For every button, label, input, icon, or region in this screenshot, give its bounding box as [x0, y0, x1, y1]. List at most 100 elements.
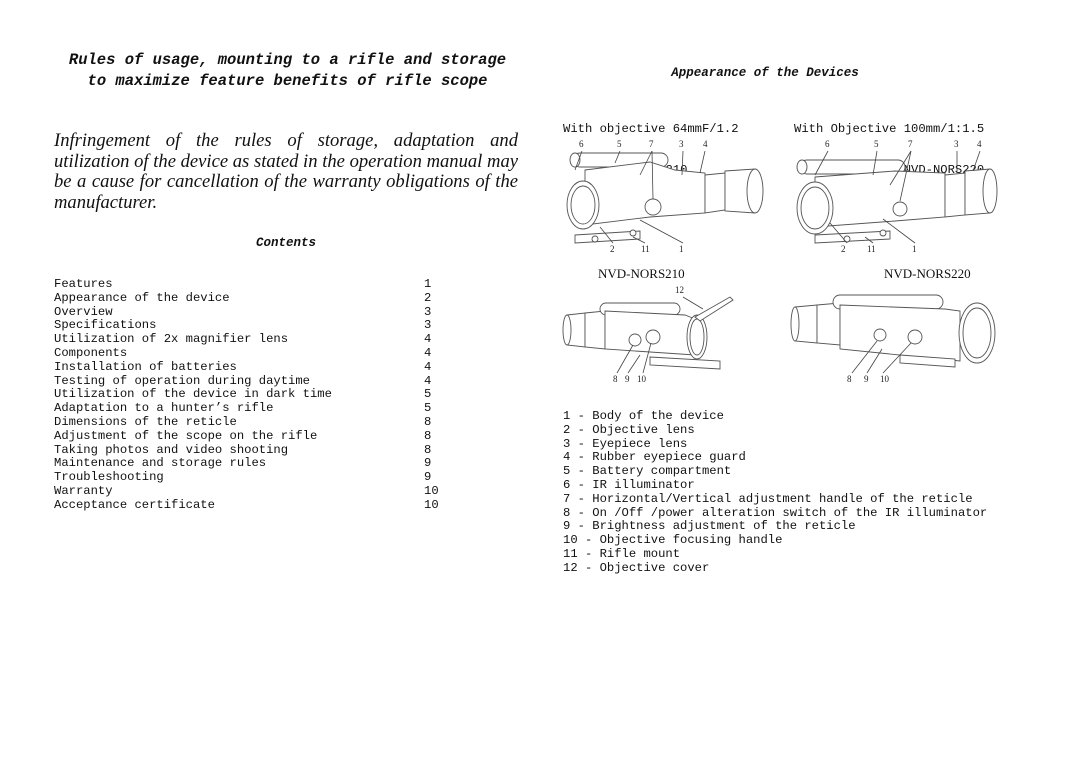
toc-page-number: 4 [424, 359, 432, 374]
legend-item: 12 - Objective cover [563, 560, 710, 575]
toc-label: Installation of batteries [54, 359, 237, 374]
callout-9: 9 [625, 374, 630, 384]
legend-item: 8 - On /Off /power alteration switch of … [563, 505, 988, 520]
toc-label: Adaptation to a hunter’s rifle [54, 401, 274, 416]
callout-7: 7 [649, 139, 654, 149]
callout-6: 6 [825, 139, 830, 149]
scope-nors220-front-illustration: 6 5 7 3 4 2 11 1 [796, 139, 998, 254]
toc-label: Testing of operation during daytime [54, 373, 310, 388]
toc-entry[interactable]: Maintenance and storage rules 9 [54, 457, 444, 471]
toc-page-number: 4 [424, 373, 432, 388]
callout-8: 8 [613, 374, 618, 384]
toc-label: Features [54, 277, 113, 291]
toc-page-number: 9 [424, 470, 432, 485]
toc-entry[interactable]: Components 4 [54, 345, 444, 361]
legend-item: 4 - Rubber eyepiece guard [563, 450, 746, 465]
contents-heading: Contents [255, 236, 316, 250]
callout-2: 2 [841, 244, 846, 254]
scope-nors210-front-illustration: 6 5 7 3 4 2 11 1 [566, 139, 764, 254]
toc-page-number: 8 [424, 442, 432, 457]
toc-label: Maintenance and storage rules [54, 456, 267, 471]
scope-drawing [796, 159, 998, 244]
callout-2: 2 [610, 244, 615, 254]
toc-page-number: 3 [424, 304, 432, 319]
callout-5: 5 [874, 139, 879, 149]
toc-entry[interactable]: Features 1 [54, 277, 444, 292]
figure-caption-nors220: NVD-NORS220 [884, 266, 971, 281]
toc-page-number: 8 [424, 414, 432, 429]
callout-11: 11 [867, 244, 876, 254]
toc-entry[interactable]: Installation of batteries 4 [54, 359, 444, 375]
callout-8: 8 [847, 374, 852, 384]
callout-10: 10 [637, 374, 647, 384]
toc-page-number: 3 [424, 318, 432, 333]
legend-item: 2 - Objective lens [563, 422, 695, 437]
toc-label: Appearance of the device [54, 290, 230, 305]
toc-entry[interactable]: Specifications 3 [54, 319, 444, 333]
toc-label: Warranty [54, 483, 113, 498]
legend-item: 6 - IR illuminator [563, 477, 695, 492]
callout-4: 4 [703, 139, 708, 149]
callout-5: 5 [617, 139, 622, 149]
toc-page-number: 8 [424, 428, 432, 443]
table-of-contents: Features 1 Appearance of the device 2 Over… [54, 277, 444, 513]
toc-entry[interactable]: Troubleshooting 9 [54, 470, 444, 485]
legend-item: 5 - Battery compartment [563, 464, 732, 479]
callout-6: 6 [579, 139, 584, 149]
toc-page-number: 4 [424, 345, 432, 360]
scope-drawing [790, 294, 996, 368]
page-title: Rules of usage, mounting to a rifle and … [68, 51, 507, 90]
toc-label: Acceptance certificate [54, 497, 215, 512]
toc-label: Utilization of 2x magnifier lens [54, 332, 289, 347]
toc-entry[interactable]: Utilization of the device in dark time 5 [54, 388, 444, 402]
toc-label: Specifications [54, 318, 157, 333]
legend-item: 3 - Eyepiece lens [563, 436, 688, 451]
toc-page-number: 10 [424, 483, 439, 498]
callout-1: 1 [912, 244, 917, 254]
scope-nors210-rear-illustration: 12 8 9 10 [562, 285, 734, 384]
appearance-heading: Appearance of the Devices [671, 66, 859, 80]
toc-entry[interactable]: Adaptation to a hunter’s rifle 5 [54, 401, 444, 416]
callout-12: 12 [675, 285, 684, 295]
toc-entry[interactable]: Adjustment of the scope on the rifle 8 [54, 428, 444, 444]
warranty-notice: Infringement of the rules of storage, ad… [54, 130, 518, 213]
legend-item: 1 - Body of the device [563, 409, 724, 423]
callout-7: 7 [908, 139, 913, 149]
toc-page-number: 2 [424, 290, 432, 305]
legend-item: 7 - Horizontal/Vertical adjustment handl… [563, 491, 973, 506]
toc-page-number: 9 [424, 456, 432, 471]
callout-1: 1 [679, 244, 684, 254]
legend-item: 9 - Brightness adjustment of the reticle [563, 519, 856, 534]
toc-entry[interactable]: Acceptance certificate 10 [54, 497, 444, 513]
toc-page-number: 5 [424, 387, 432, 402]
callout-9: 9 [864, 374, 869, 384]
toc-entry[interactable]: Appearance of the device 2 [54, 290, 444, 306]
toc-label: Overview [54, 304, 113, 319]
toc-label: Troubleshooting [54, 470, 164, 485]
callout-4: 4 [977, 139, 982, 149]
toc-entry[interactable]: Utilization of 2x magnifier lens 4 [54, 332, 444, 347]
toc-entry[interactable]: Warranty 10 [54, 483, 444, 499]
toc-entry[interactable]: Dimensions of the reticle 8 [54, 414, 444, 430]
toc-entry[interactable]: Testing of operation during daytime 4 [54, 373, 444, 389]
callout-3: 3 [679, 139, 684, 149]
toc-label: Taking photos and video shooting [54, 442, 289, 457]
toc-page-number: 5 [424, 401, 432, 416]
callout-10: 10 [880, 374, 890, 384]
toc-label: Utilization of the device in dark time [54, 387, 332, 402]
figure-caption-nors210: NVD-NORS210 [598, 266, 685, 281]
legend-item: 11 - Rifle mount [563, 546, 681, 561]
toc-page-number: 10 [424, 497, 439, 512]
toc-entry[interactable]: Overview 3 [54, 304, 444, 320]
legend-item: 10 - Objective focusing handle [563, 533, 783, 548]
toc-label: Components [54, 345, 128, 360]
scope-drawing [562, 296, 734, 370]
toc-entry[interactable]: Taking photos and video shooting 8 [54, 442, 444, 458]
toc-label: Adjustment of the scope on the rifle [54, 428, 318, 443]
toc-label: Dimensions of the reticle [54, 414, 237, 429]
callout-3: 3 [954, 139, 959, 149]
toc-page-number: 1 [424, 277, 432, 291]
scope-nors220-rear-illustration: 8 9 10 [790, 294, 996, 384]
scope-drawing [566, 152, 764, 244]
toc-page-number: 4 [424, 332, 432, 347]
